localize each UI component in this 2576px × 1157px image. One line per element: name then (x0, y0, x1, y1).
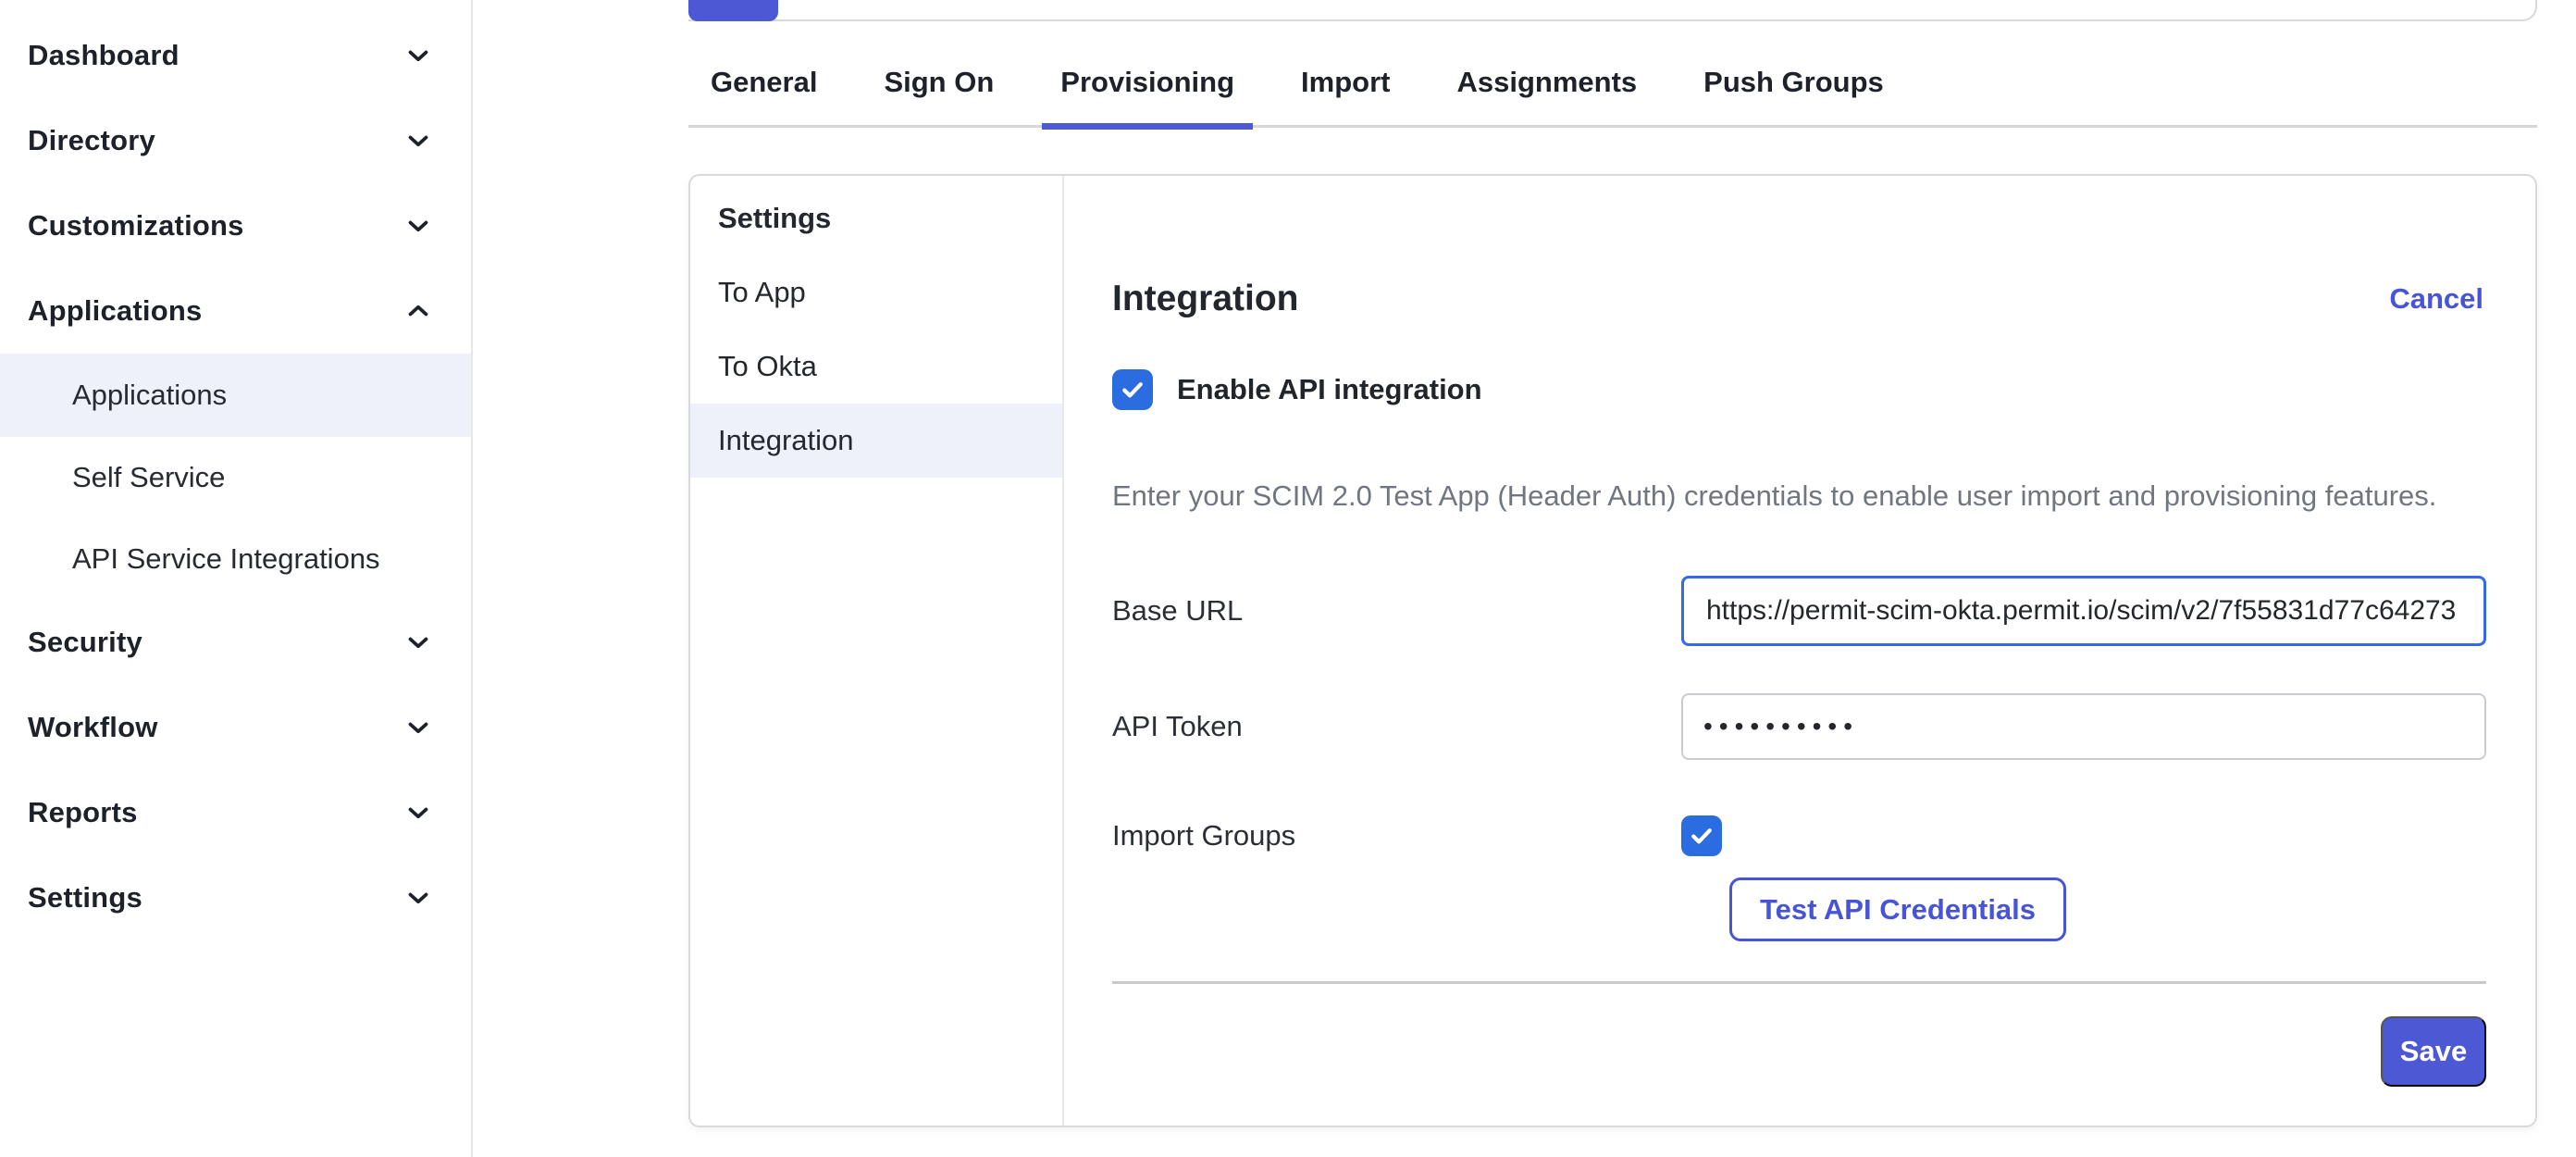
cancel-link[interactable]: Cancel (2389, 282, 2483, 316)
footer-divider (1112, 981, 2486, 984)
sidebar-item-label: Security (28, 626, 142, 659)
sidebar-subitem-applications[interactable]: Applications (0, 354, 471, 437)
subnav-item-integration[interactable]: Integration (690, 404, 1062, 478)
chevron-up-icon (402, 295, 434, 327)
sidebar: Dashboard Directory Customizations Appli… (0, 0, 473, 1157)
provisioning-card: Settings To App To Okta Integration Inte… (688, 174, 2537, 1127)
chevron-down-icon (402, 797, 434, 828)
api-token-label: API Token (1112, 710, 1681, 743)
top-toolbar-bottom-edge (688, 0, 2537, 21)
sidebar-subitem-label: API Service Integrations (72, 542, 380, 576)
subnav-item-to-okta[interactable]: To Okta (690, 330, 1062, 404)
okta-admin-page: Dashboard Directory Customizations Appli… (0, 0, 2576, 1157)
enable-api-label: Enable API integration (1177, 373, 1482, 406)
tab-sign-on[interactable]: Sign On (865, 41, 1012, 130)
cut-off-button-fragment (688, 0, 778, 21)
content-header: Integration Cancel (1112, 276, 2483, 322)
page-title: Integration (1112, 279, 1299, 319)
tab-import[interactable]: Import (1282, 41, 1408, 130)
import-groups-label: Import Groups (1112, 819, 1681, 852)
sidebar-subitem-label: Applications (72, 379, 227, 412)
base-url-label: Base URL (1112, 594, 1681, 628)
sidebar-item-customizations[interactable]: Customizations (0, 183, 471, 268)
settings-subnav: Settings To App To Okta Integration (690, 176, 1064, 1126)
checkmark-icon (1689, 823, 1715, 849)
subnav-item-to-app[interactable]: To App (690, 255, 1062, 330)
import-groups-row: Import Groups (1112, 815, 2486, 857)
chevron-down-icon (402, 712, 434, 743)
base-url-input[interactable] (1681, 576, 2486, 646)
chevron-down-icon (402, 627, 434, 658)
enable-api-row: Enable API integration (1112, 368, 1482, 411)
sidebar-item-label: Settings (28, 881, 142, 914)
chevron-down-icon (402, 882, 434, 914)
sidebar-item-applications[interactable]: Applications (0, 268, 471, 354)
credentials-description: Enter your SCIM 2.0 Test App (Header Aut… (1112, 478, 2480, 515)
chevron-down-icon (402, 125, 434, 156)
import-groups-checkbox[interactable] (1681, 815, 1722, 856)
sidebar-item-dashboard[interactable]: Dashboard (0, 13, 471, 98)
sidebar-item-settings[interactable]: Settings (0, 855, 471, 940)
sidebar-subitem-label: Self Service (72, 461, 225, 494)
save-button[interactable]: Save (2381, 1016, 2486, 1087)
chevron-down-icon (402, 210, 434, 242)
sidebar-item-security[interactable]: Security (0, 600, 471, 685)
sidebar-item-workflow[interactable]: Workflow (0, 685, 471, 770)
sidebar-item-label: Applications (28, 294, 202, 328)
sidebar-item-reports[interactable]: Reports (0, 770, 471, 855)
api-token-input[interactable] (1681, 693, 2486, 760)
subnav-header: Settings (690, 181, 1062, 255)
test-api-credentials-button[interactable]: Test API Credentials (1729, 877, 2066, 941)
api-token-row: API Token (1112, 693, 2486, 760)
sidebar-item-label: Reports (28, 796, 138, 829)
sidebar-item-label: Workflow (28, 711, 158, 744)
sidebar-item-label: Directory (28, 124, 155, 157)
tab-general[interactable]: General (692, 41, 836, 130)
chevron-down-icon (402, 40, 434, 71)
checkmark-icon (1120, 377, 1146, 403)
tab-assignments[interactable]: Assignments (1438, 41, 1655, 130)
sidebar-subitem-api-service-integrations[interactable]: API Service Integrations (0, 518, 471, 600)
sidebar-item-directory[interactable]: Directory (0, 98, 471, 183)
tab-push-groups[interactable]: Push Groups (1685, 41, 1902, 130)
sidebar-subitem-self-service[interactable]: Self Service (0, 437, 471, 518)
base-url-row: Base URL (1112, 576, 2486, 646)
tab-provisioning[interactable]: Provisioning (1042, 41, 1253, 130)
sidebar-item-label: Customizations (28, 209, 244, 243)
enable-api-checkbox[interactable] (1112, 369, 1153, 410)
sidebar-item-label: Dashboard (28, 39, 180, 72)
integration-content: Integration Cancel Enable API integratio… (1064, 176, 2535, 1126)
